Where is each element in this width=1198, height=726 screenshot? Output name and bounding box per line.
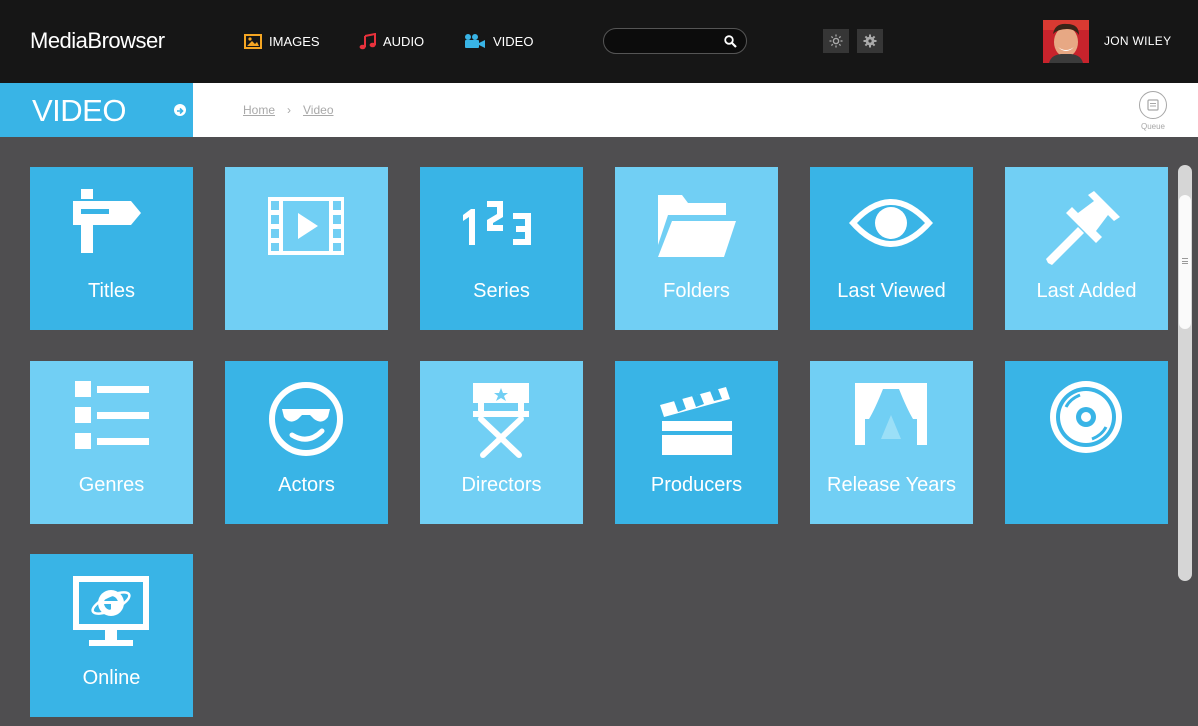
film-strip-icon	[268, 197, 344, 255]
brightness-button[interactable]	[823, 29, 849, 53]
section-header: VIDEO	[0, 83, 193, 137]
queue-icon-circle	[1139, 91, 1167, 119]
tile-actors[interactable]: Actors	[225, 361, 388, 524]
user-photo-icon	[1043, 20, 1089, 63]
nav-audio-label: AUDIO	[383, 33, 425, 49]
scrollbar-thumb[interactable]	[1179, 195, 1191, 329]
tile-last-added[interactable]: Last Added	[1005, 167, 1168, 330]
tile-label: Actors	[278, 474, 335, 496]
page-title: VIDEO	[32, 93, 126, 128]
tile-disc[interactable]	[1005, 361, 1168, 524]
section-menu-button[interactable]	[174, 104, 186, 116]
pushpin-icon	[1046, 191, 1120, 265]
folder-icon	[658, 195, 736, 257]
clapperboard-icon	[660, 387, 732, 455]
tile-film[interactable]	[225, 167, 388, 330]
tile-label: Last Added	[1036, 280, 1137, 302]
image-icon	[244, 33, 262, 49]
tile-release-years[interactable]: Release Years	[810, 361, 973, 524]
user-name[interactable]: JON WILEY	[1104, 34, 1171, 48]
queue-icon	[1147, 99, 1159, 111]
tile-genres[interactable]: Genres	[30, 361, 193, 524]
tile-last-viewed[interactable]: Last Viewed	[810, 167, 973, 330]
vertical-scrollbar[interactable]	[1178, 165, 1192, 581]
tile-directors[interactable]: Directors	[420, 361, 583, 524]
tile-label: Directors	[461, 474, 542, 496]
gear-icon	[863, 34, 877, 48]
search-box	[603, 28, 747, 54]
tile-label: Release Years	[827, 474, 956, 496]
numbers-123-icon	[463, 201, 531, 245]
search-input[interactable]	[614, 33, 722, 49]
section-bar: VIDEO Home › Video Queue	[0, 83, 1198, 137]
list-icon	[75, 381, 149, 449]
avatar[interactable]	[1043, 20, 1089, 63]
tile-online[interactable]: Online	[30, 554, 193, 717]
tile-label: Online	[82, 667, 141, 689]
disc-icon	[1050, 381, 1122, 453]
arrow-right-icon	[177, 107, 184, 115]
settings-button[interactable]	[857, 29, 883, 53]
nav-audio[interactable]: AUDIO	[359, 31, 424, 51]
queue-label: Queue	[1140, 122, 1166, 131]
breadcrumb-separator: ›	[287, 103, 292, 117]
breadcrumb-video[interactable]: Video	[303, 103, 333, 117]
music-note-icon	[359, 32, 376, 49]
theater-curtain-icon	[855, 383, 927, 445]
breadcrumb-home[interactable]: Home	[243, 103, 275, 117]
tile-titles[interactable]: Titles	[30, 167, 193, 330]
signpost-icon	[73, 189, 141, 253]
directors-chair-icon	[473, 383, 529, 458]
tile-label: Titles	[87, 280, 136, 302]
eye-icon	[849, 199, 933, 247]
nav-images[interactable]: IMAGES	[244, 31, 320, 51]
breadcrumb: Home › Video	[243, 103, 334, 117]
tile-label: Producers	[650, 474, 743, 496]
app-logo[interactable]: MediaBrowser	[30, 28, 165, 54]
search-icon[interactable]	[724, 35, 737, 48]
smiley-sunglasses-icon	[269, 382, 343, 456]
tile-label: Folders	[663, 280, 730, 302]
nav-images-label: IMAGES	[269, 33, 320, 49]
tile-label: Genres	[78, 474, 145, 496]
video-camera-icon	[465, 34, 485, 48]
tile-series[interactable]: Series	[420, 167, 583, 330]
nav-video[interactable]: VIDEO	[464, 31, 533, 51]
grip-icon	[1182, 258, 1188, 264]
tile-producers[interactable]: Producers	[615, 361, 778, 524]
nav-video-label: VIDEO	[493, 33, 534, 49]
top-bar: MediaBrowser IMAGES AUDIO VIDEO JON WILE…	[0, 0, 1198, 83]
internet-monitor-icon	[73, 576, 149, 646]
brightness-icon	[829, 34, 843, 48]
tile-label: Series	[473, 280, 530, 302]
queue-button[interactable]: Queue	[1138, 91, 1168, 135]
tile-folders[interactable]: Folders	[615, 167, 778, 330]
tile-label: Last Viewed	[837, 280, 946, 302]
